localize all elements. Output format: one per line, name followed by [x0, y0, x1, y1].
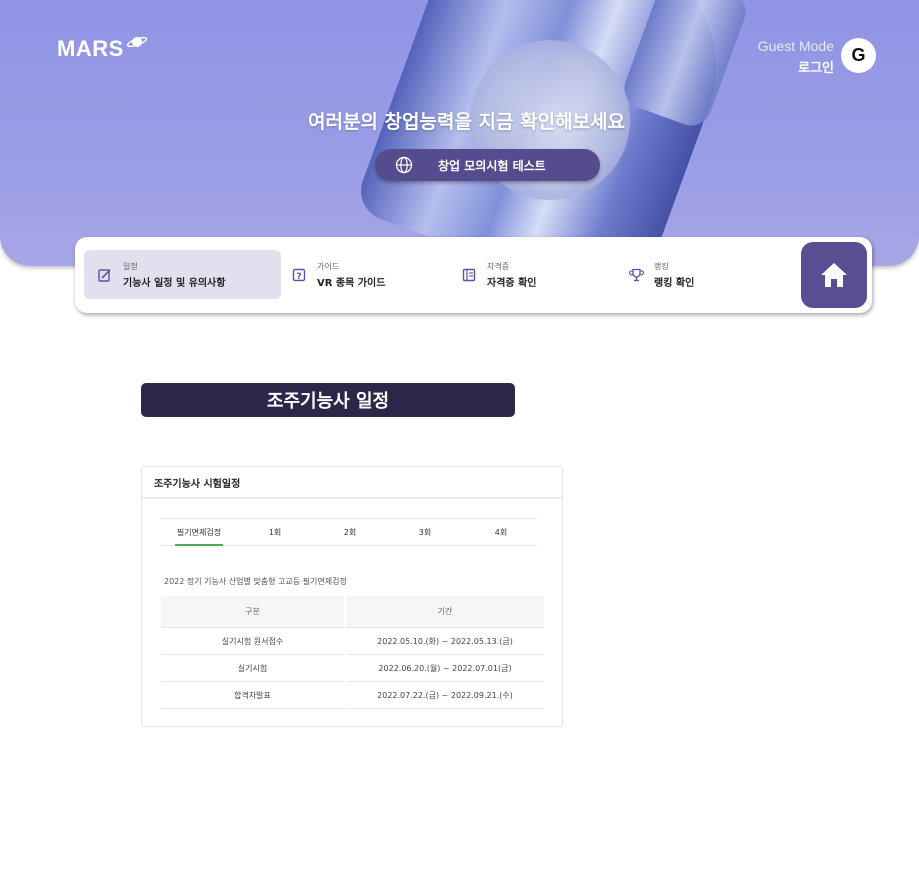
avatar[interactable]: G	[841, 38, 876, 73]
nav-item-category: 자격증	[487, 261, 510, 271]
round-tabs: 필기면제검정 1회 2회 3회 4회	[160, 518, 537, 546]
nav-item-ranking[interactable]: 랭킹 랭킹 확인	[627, 250, 787, 299]
tab-round-2[interactable]: 2회	[335, 527, 365, 538]
edit-icon	[96, 266, 114, 284]
hero-banner: MARS Guest Mode 로그인 G 여러분의 창업능력을 지금 확인해보…	[0, 0, 919, 266]
certificate-icon	[460, 266, 478, 284]
nav-item-category: 가이드	[317, 261, 340, 271]
schedule-card-title: 조주기능사 시험일정	[142, 467, 562, 499]
main-nav: 일정 기능사 일정 및 유의사항 ? 가이드 VR 종목 가이드 자격증 자격증…	[75, 237, 872, 313]
nav-item-label: 랭킹 확인	[654, 277, 695, 289]
cell-item: 합격자발표	[161, 682, 344, 709]
nav-item-certificate[interactable]: 자격증 자격증 확인	[460, 250, 620, 299]
schedule-notice: 2022 정기 기능사 산업별 맞춤형 고교등 필기면제검정	[164, 577, 347, 586]
cell-period: 2022.05.10.(화) ~ 2022.05.13.(금)	[346, 628, 544, 655]
hero-headline: 여러분의 창업능력을 지금 확인해보세요	[307, 111, 625, 133]
column-header-period: 기간	[346, 596, 544, 628]
column-header-category: 구분	[161, 596, 344, 628]
question-icon: ?	[290, 266, 308, 284]
tab-round-1[interactable]: 1회	[260, 527, 290, 538]
tab-written-exempt[interactable]: 필기면제검정	[175, 527, 223, 546]
table-row: 실기시험 2022.06.20.(월) ~ 2022.07.01(금)	[161, 655, 544, 682]
home-button[interactable]	[801, 242, 867, 308]
schedule-table: 구분 기간 실기시험 원서접수 2022.05.10.(화) ~ 2022.05…	[159, 596, 546, 709]
nav-item-schedule[interactable]: 일정 기능사 일정 및 유의사항	[84, 250, 281, 299]
logo[interactable]: MARS	[57, 36, 148, 62]
mock-test-button[interactable]: 창업 모의시험 테스트	[375, 149, 600, 181]
nav-item-category: 일정	[123, 261, 138, 271]
cell-period: 2022.06.20.(월) ~ 2022.07.01(금)	[346, 655, 544, 682]
globe-icon	[395, 156, 413, 174]
login-link[interactable]: 로그인	[758, 57, 834, 76]
table-row: 실기시험 원서접수 2022.05.10.(화) ~ 2022.05.13.(금…	[161, 628, 544, 655]
table-row: 합격자발표 2022.07.22.(금) ~ 2022.09.21.(수)	[161, 682, 544, 709]
nav-item-category: 랭킹	[654, 261, 669, 271]
svg-text:?: ?	[296, 272, 301, 282]
home-icon	[821, 263, 847, 287]
mock-test-label: 창업 모의시험 테스트	[438, 158, 546, 173]
nav-item-label: 기능사 일정 및 유의사항	[123, 277, 226, 289]
tab-round-3[interactable]: 3회	[410, 527, 440, 538]
nav-item-guide[interactable]: ? 가이드 VR 종목 가이드	[290, 250, 450, 299]
cell-item: 실기시험	[161, 655, 344, 682]
guest-mode-label: Guest Mode	[757, 38, 834, 54]
nav-item-label: VR 종목 가이드	[317, 277, 386, 289]
logo-text: MARS	[57, 36, 124, 61]
guest-mode-area: Guest Mode 로그인	[758, 38, 834, 76]
section-title: 조주기능사 일정	[141, 383, 515, 417]
trophy-icon	[627, 266, 645, 284]
cell-period: 2022.07.22.(금) ~ 2022.09.21.(수)	[346, 682, 544, 709]
table-header-row: 구분 기간	[161, 596, 544, 628]
nav-item-label: 자격증 확인	[487, 277, 537, 289]
planet-icon	[126, 36, 147, 48]
cell-item: 실기시험 원서접수	[161, 628, 344, 655]
schedule-card: 조주기능사 시험일정 필기면제검정 1회 2회 3회 4회 2022 정기 기능…	[141, 466, 563, 727]
tab-round-4[interactable]: 4회	[486, 527, 516, 538]
